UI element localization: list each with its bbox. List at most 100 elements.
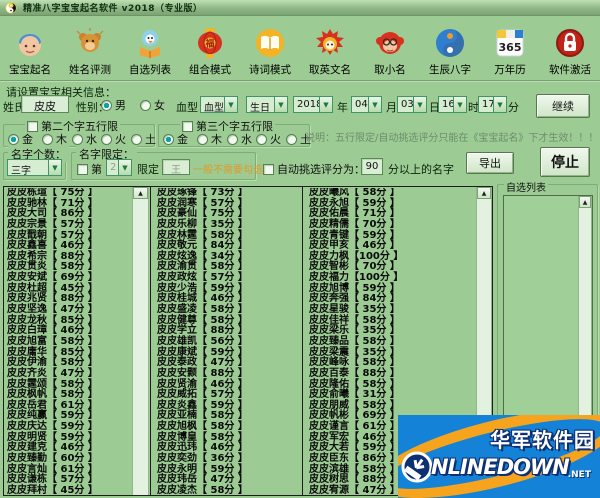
toolbar-label: 生辰八字 — [429, 64, 471, 76]
name-count-select[interactable]: 三字 ▼ — [7, 159, 62, 176]
radio-dot — [140, 99, 151, 111]
wuxing-note: 说明：五行限定/自动挑选评分只能在《宝宝起名》下才生效！！！！！ — [305, 133, 600, 144]
toolbar-label: 取英文名 — [309, 64, 351, 76]
toolbar-button-calendar[interactable]: 365 万年历 — [480, 16, 540, 79]
chevron-down-icon[interactable]: ▼ — [413, 97, 426, 112]
scroll-up-icon[interactable]: ▲ — [133, 187, 148, 199]
watermark-site-name: 华军软件园 — [490, 428, 595, 452]
checkbox-box — [27, 120, 38, 132]
checkbox-label: 第 — [91, 163, 102, 176]
wuxing3-radio-shui[interactable]: 水 — [227, 131, 252, 147]
teddy-bear-icon — [76, 28, 104, 52]
toolbar-button-activate[interactable]: 软件激活 — [540, 16, 600, 79]
download-arrow-icon — [401, 451, 433, 483]
toolbar-label: 取小名 — [374, 64, 406, 76]
name-item[interactable]: 皮皮精儒【 70分 】 — [309, 219, 433, 231]
stop-button[interactable]: 停止 — [540, 147, 590, 177]
birthday-type-select[interactable]: 生日 ▼ — [246, 96, 288, 113]
name-item[interactable]: 皮皮拜村【 45分 】 — [7, 485, 131, 495]
wuxing2-radio-huo[interactable]: 火 — [101, 131, 126, 147]
wuxing3-radio-mu[interactable]: 木 — [197, 131, 222, 147]
limit-position-select[interactable]: 2 ▼ — [106, 159, 132, 176]
select-value: 2 — [110, 162, 117, 173]
name-item[interactable]: 皮皮臻品【 58分 】 — [309, 336, 433, 348]
month-unit: 月 — [386, 101, 397, 114]
name-item[interactable]: 皮皮乐柳【 35分 】 — [157, 219, 281, 231]
wuxing2-radio-jin[interactable]: 金 — [8, 131, 33, 147]
year-select[interactable]: 2018 ▼ — [293, 96, 333, 113]
toolbar-label: 组合模式 — [189, 64, 231, 76]
name-item[interactable]: 皮皮安颢【 88分 】 — [157, 368, 281, 380]
radio-dot — [101, 133, 112, 145]
radio-label: 水 — [241, 133, 252, 146]
minute-select[interactable]: 17 ▼ — [478, 96, 507, 113]
limit-checkbox[interactable]: 第 — [77, 161, 102, 177]
checkbox-box — [263, 163, 274, 175]
radio-label: 金 — [22, 133, 33, 146]
wuxing2-radio-tu[interactable]: 土 — [131, 131, 156, 147]
chevron-down-icon[interactable]: ▼ — [48, 160, 61, 175]
chevron-down-icon[interactable]: ▼ — [453, 97, 466, 112]
auto-pick-score-input[interactable]: 90 — [361, 158, 383, 175]
chevron-down-icon[interactable]: ▼ — [493, 97, 506, 112]
wuxing2-radio-mu[interactable]: 木 — [42, 131, 67, 147]
poetry-book-icon — [256, 29, 284, 57]
toolbar-button-nickname[interactable]: 取小名 — [360, 16, 420, 79]
radio-dot — [197, 133, 208, 145]
svg-text:365: 365 — [499, 41, 522, 54]
day-select[interactable]: 03 ▼ — [397, 96, 427, 113]
select-value: 03 — [401, 99, 413, 110]
scroll-up-icon[interactable]: ▲ — [579, 196, 591, 208]
name-item[interactable]: 皮皮旭富【 58分 】 — [7, 336, 131, 348]
chevron-down-icon[interactable]: ▼ — [319, 97, 332, 112]
blood-select[interactable]: 血型 ▼ — [200, 96, 238, 113]
chevron-down-icon[interactable]: ▼ — [368, 97, 381, 112]
export-button[interactable]: 导出 — [466, 152, 514, 174]
continue-button[interactable]: 继续 — [536, 94, 590, 118]
gender-male-radio[interactable]: 男 — [101, 97, 126, 113]
radio-dot — [8, 133, 19, 145]
toolbar-button-name-test[interactable]: 姓名评测 — [60, 16, 120, 79]
name-item[interactable]: 皮皮百泰【 88分 】 — [309, 368, 433, 380]
radio-label: 金 — [177, 133, 188, 146]
name-item[interactable]: 皮皮凌杰【 58分 】 — [157, 485, 281, 495]
hour-select[interactable]: 16 ▼ — [438, 96, 467, 113]
duck-book-icon — [140, 30, 160, 58]
watermark-tld: .NET — [567, 470, 591, 480]
limit-label: 限定 — [137, 163, 159, 176]
surname-input[interactable]: 皮皮 — [21, 95, 69, 113]
name-item[interactable]: 皮皮齐炎【 47分 】 — [7, 368, 131, 380]
name-item[interactable]: 皮皮宗景【 57分 】 — [7, 219, 131, 231]
chevron-down-icon[interactable]: ▼ — [118, 160, 131, 175]
auto-pick-checkbox[interactable]: 自动挑选评分为： — [263, 161, 365, 177]
radio-dot — [163, 133, 174, 145]
wuxing3-radio-jin[interactable]: 金 — [163, 131, 188, 147]
toolbar-button-bazi[interactable]: 生辰八字 — [420, 16, 480, 79]
select-value: 16 — [442, 99, 453, 110]
toolbar-button-baby-naming[interactable]: 宝宝起名 — [0, 16, 60, 79]
select-value: 17 — [482, 99, 493, 110]
name-item[interactable]: 皮皮雄凯【 56分 】 — [157, 336, 281, 348]
scroll-up-icon[interactable]: ▲ — [477, 187, 491, 199]
custom-list-title: 自选列表 — [504, 179, 548, 194]
gender-female-radio[interactable]: 女 — [140, 97, 165, 113]
limit-char-input[interactable]: 王 — [162, 159, 190, 176]
yinyang-icon — [436, 29, 464, 57]
title-bar: 精准八字宝宝起名软件 v2018（专业版） — [0, 0, 600, 16]
radio-label: 木 — [211, 133, 222, 146]
toolbar-button-poetry-mode[interactable]: 诗词模式 — [240, 16, 300, 79]
month-select[interactable]: 04 ▼ — [351, 96, 382, 113]
toolbar-label: 姓名评测 — [69, 64, 111, 76]
toolbar-button-custom-list[interactable]: 自选列表 — [120, 16, 180, 79]
wuxing2-radio-shui[interactable]: 水 — [72, 131, 97, 147]
wuxing3-radio-huo[interactable]: 火 — [256, 131, 281, 147]
toolbar-button-combine-mode[interactable]: 福 组合模式 — [180, 16, 240, 79]
toolbar-button-english-name[interactable]: 取英文名 — [300, 16, 360, 79]
column1-scrollbar[interactable]: ▲ — [132, 187, 149, 495]
chevron-down-icon[interactable]: ▼ — [224, 97, 237, 112]
column-divider — [150, 187, 151, 495]
checkbox-label: 自动挑选评分为： — [277, 163, 365, 176]
radio-label: 男 — [115, 99, 126, 112]
chevron-down-icon[interactable]: ▼ — [274, 97, 287, 112]
radio-label: 女 — [154, 99, 165, 112]
